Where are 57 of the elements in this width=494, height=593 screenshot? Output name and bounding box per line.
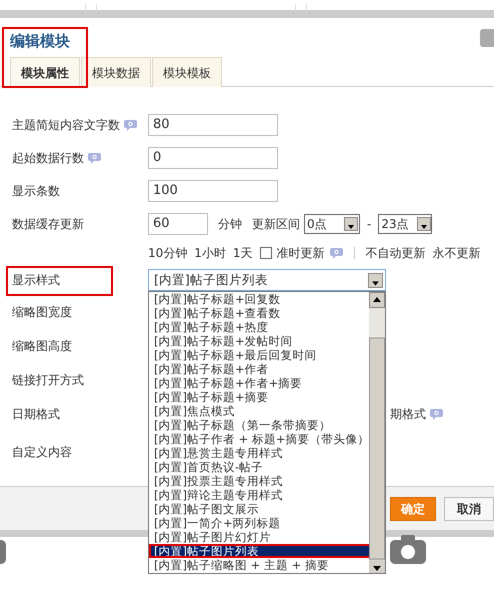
dropdown-option[interactable]: [内置]帖子图文展示 [149, 502, 371, 516]
dropdown-option[interactable]: [内置]帖子标题（第一条带摘要） [149, 418, 371, 432]
dropdown-option[interactable]: [内置]帖子标题+热度 [149, 320, 371, 334]
interval-link[interactable]: 10分钟 [148, 244, 188, 262]
field-label: 显示条数 [12, 182, 60, 200]
field-label: 链接打开方式 [12, 372, 84, 389]
dropdown-option[interactable]: [内置]焦点模式 [149, 404, 371, 418]
dropdown-option[interactable]: [内置]帖子标题+查看数 [149, 306, 371, 320]
field-label: 自定义内容 [12, 444, 72, 461]
checkbox[interactable] [260, 246, 272, 258]
dropdown-option[interactable]: [内置]帖子缩略图 + 主题 + 摘要 [149, 558, 371, 572]
tab[interactable]: 模块属性 [10, 57, 80, 87]
dropdown-option[interactable]: [内置]帖子标题+作者+摘要 [149, 376, 371, 390]
range-separator: - [367, 216, 372, 232]
dropdown-option[interactable]: [内置]帖子作者 + 标题+摘要（带头像） [149, 432, 371, 446]
help-icon[interactable] [430, 408, 443, 420]
field-label: 缩略图高度 [12, 338, 72, 355]
help-icon[interactable] [330, 246, 343, 258]
dialog-title: 编辑模块 [10, 32, 70, 50]
unit-label: 分钟 [218, 216, 242, 232]
dropdown-option[interactable]: [内置]辩论主题专用样式 [149, 488, 371, 502]
help-icon[interactable] [124, 118, 137, 130]
field-label: 显示样式 [12, 272, 60, 289]
checkbox-label: 准时更新 [276, 244, 325, 262]
dropdown-option[interactable]: [内置]帖子图片幻灯片 [149, 530, 371, 544]
text-input[interactable]: 60 [148, 212, 208, 234]
field-label: 主题简短内容文字数 [12, 116, 120, 134]
update-link[interactable]: 不自动更新 [366, 244, 426, 262]
dropdown-option[interactable]: [内置]一简介+两列标题 [149, 516, 371, 530]
field-label: 日期格式 [12, 406, 60, 423]
help-icon[interactable] [88, 152, 101, 164]
cancel-button[interactable]: 取消 [444, 496, 494, 520]
dropdown-option[interactable]: [内置]首页热议-帖子 [149, 460, 371, 474]
dropdown-option[interactable]: [内置]投票主题专用样式 [149, 474, 371, 488]
update-link[interactable]: 永不更新 [432, 244, 481, 262]
field-label: 期格式 [390, 406, 426, 423]
scrollbar[interactable] [369, 292, 385, 573]
tab[interactable]: 模块模板 [152, 57, 222, 87]
end-hour-select[interactable]: 23点 [378, 214, 432, 234]
field-label: 起始数据行数 [12, 150, 84, 166]
dropdown-option[interactable]: [内置]悬赏主题专用样式 [149, 446, 371, 460]
dropdown-option[interactable]: [内置]帖子标题+发帖时间 [149, 334, 371, 348]
camera-icon [390, 534, 426, 566]
interval-link[interactable]: 1天 [232, 244, 253, 262]
dropdown-option[interactable]: [内置]帖子标题+摘要 [149, 390, 371, 404]
field-label: 数据缓存更新 [12, 216, 84, 232]
dropdown-option[interactable]: [内置]帖子标题+回复数 [149, 292, 371, 306]
text-input[interactable]: 80 [148, 114, 278, 136]
start-hour-select[interactable]: 0点 [304, 214, 360, 234]
interval-link[interactable]: 1小时 [194, 244, 226, 262]
text-input[interactable]: 0 [148, 146, 278, 168]
dropdown-option[interactable]: [内置]帖子标题+最后回复时间 [149, 348, 371, 362]
tab[interactable]: 模块数据 [81, 57, 151, 87]
field-label: 缩略图宽度 [12, 304, 72, 321]
text-input[interactable]: 100 [148, 180, 278, 202]
range-label: 更新区间 [252, 216, 300, 232]
dropdown-option[interactable]: [内置]帖子标题+作者 [149, 362, 371, 376]
